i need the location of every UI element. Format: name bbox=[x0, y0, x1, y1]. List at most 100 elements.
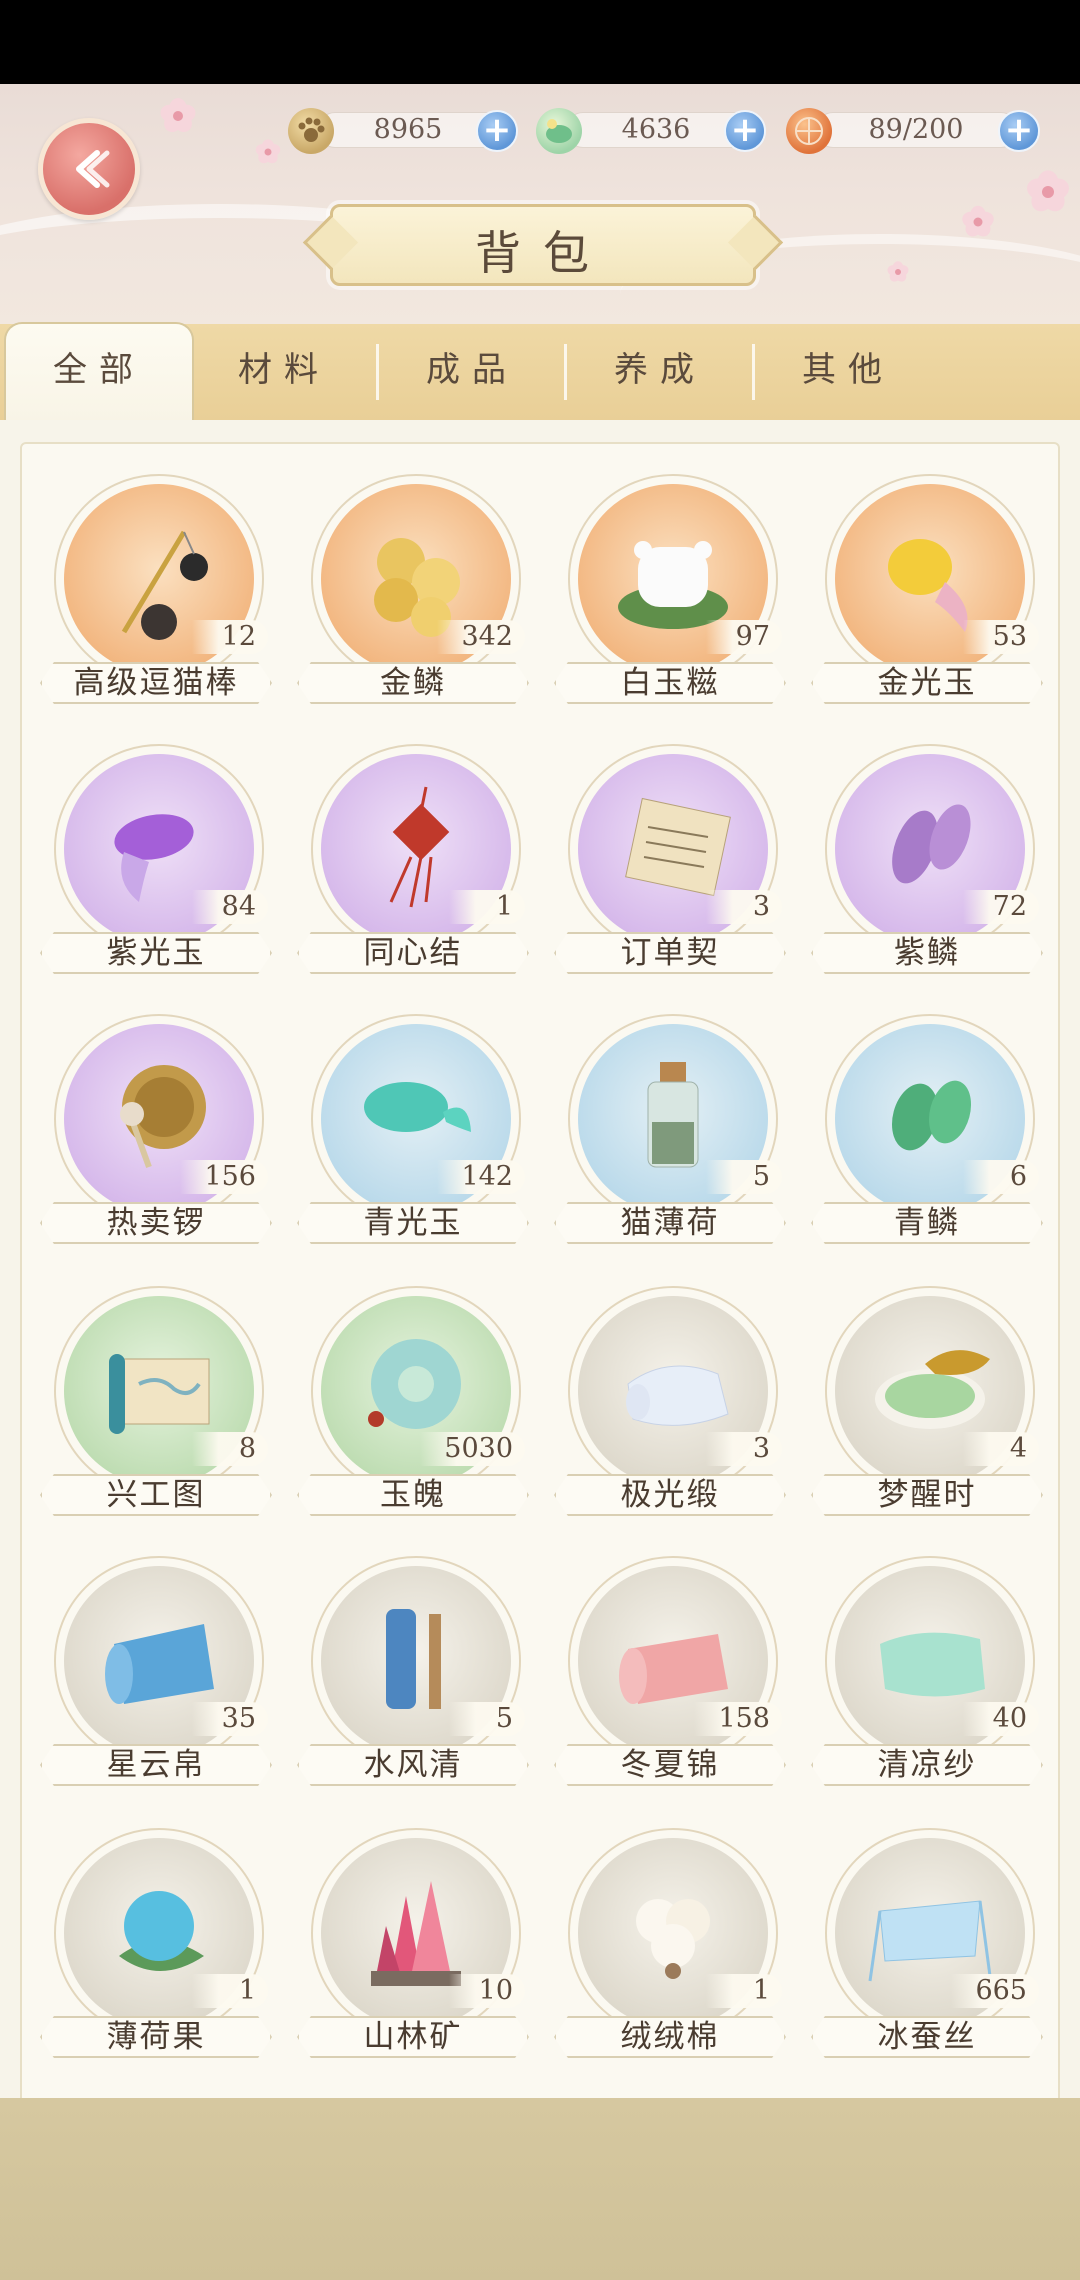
cherry-blossom-icon bbox=[1024, 170, 1072, 216]
item-name: 金光玉 bbox=[811, 662, 1043, 704]
page-title: 背包 bbox=[475, 226, 611, 280]
item-name: 热卖锣 bbox=[40, 1202, 272, 1244]
inventory-item[interactable]: 35 星云帛 bbox=[36, 1556, 276, 1786]
item-count: 6 bbox=[963, 1160, 1039, 1194]
back-button[interactable] bbox=[38, 118, 140, 220]
add-coin-button[interactable]: + bbox=[476, 110, 518, 152]
inventory-item[interactable]: 665 冰蚕丝 bbox=[807, 1828, 1047, 2058]
inventory-item[interactable]: 1 同心结 bbox=[293, 744, 533, 974]
item-name: 玉魄 bbox=[297, 1474, 529, 1516]
item-count: 3 bbox=[706, 890, 782, 924]
bottom-bar bbox=[0, 2098, 1080, 2280]
add-stamina-button[interactable]: + bbox=[998, 110, 1040, 152]
inventory-item[interactable]: 3 订单契 bbox=[550, 744, 790, 974]
currency-stamina: 89/200 + bbox=[786, 108, 1046, 154]
item-count: 35 bbox=[192, 1702, 268, 1736]
item-count: 5 bbox=[449, 1702, 525, 1736]
inventory-item[interactable]: 156 热卖锣 bbox=[36, 1014, 276, 1244]
cherry-blossom-icon bbox=[254, 139, 282, 166]
inventory-item[interactable]: 1 薄荷果 bbox=[36, 1828, 276, 2058]
item-name: 订单契 bbox=[554, 932, 786, 974]
tab-divider bbox=[564, 344, 567, 400]
item-count: 142 bbox=[437, 1160, 525, 1194]
item-name: 猫薄荷 bbox=[554, 1202, 786, 1244]
item-name: 兴工图 bbox=[40, 1474, 272, 1516]
item-count: 5030 bbox=[420, 1432, 525, 1466]
item-name: 清凉纱 bbox=[811, 1744, 1043, 1786]
inventory-item[interactable]: 72 紫鳞 bbox=[807, 744, 1047, 974]
item-count: 8 bbox=[192, 1432, 268, 1466]
item-name: 冰蚕丝 bbox=[811, 2016, 1043, 2058]
item-count: 53 bbox=[963, 620, 1039, 654]
paw-coin-icon bbox=[288, 108, 334, 154]
item-count: 1 bbox=[706, 1974, 782, 2008]
jade-gem-icon bbox=[536, 108, 582, 154]
item-name: 青鳞 bbox=[811, 1202, 1043, 1244]
inventory-item[interactable]: 5 水风清 bbox=[293, 1556, 533, 1786]
item-count: 5 bbox=[706, 1160, 782, 1194]
inventory-item[interactable]: 4 梦醒时 bbox=[807, 1286, 1047, 1516]
item-count: 665 bbox=[951, 1974, 1039, 2008]
tab-products[interactable]: 成品 bbox=[380, 324, 564, 420]
title-plaque: 背包 bbox=[330, 204, 756, 286]
tab-all[interactable]: 全部 bbox=[4, 322, 194, 424]
item-name: 山林矿 bbox=[297, 2016, 529, 2058]
category-tabs: 全部 材料 成品 养成 其他 bbox=[0, 322, 1080, 424]
cherry-blossom-icon bbox=[886, 261, 910, 284]
inventory-item[interactable]: 1 绒绒棉 bbox=[550, 1828, 790, 2058]
item-name: 星云帛 bbox=[40, 1744, 272, 1786]
inventory-item[interactable]: 142 青光玉 bbox=[293, 1014, 533, 1244]
inventory-item[interactable]: 5030 玉魄 bbox=[293, 1286, 533, 1516]
item-count: 1 bbox=[192, 1974, 268, 2008]
item-count: 84 bbox=[192, 890, 268, 924]
inventory-item[interactable]: 12 高级逗猫棒 bbox=[36, 474, 276, 704]
add-jade-button[interactable]: + bbox=[724, 110, 766, 152]
tab-materials[interactable]: 材料 bbox=[192, 324, 376, 420]
inventory-area: 12 高级逗猫棒 342 金鳞 97 白玉糍 53 金光玉 84 紫光玉 1 同心结 3 订单契 72 紫鳞 1… bbox=[0, 420, 1080, 2166]
item-name: 绒绒棉 bbox=[554, 2016, 786, 2058]
inventory-item[interactable]: 3 极光缎 bbox=[550, 1286, 790, 1516]
item-name: 青光玉 bbox=[297, 1202, 529, 1244]
coin-value: 8965 bbox=[373, 114, 443, 145]
item-name: 水风清 bbox=[297, 1744, 529, 1786]
inventory-item[interactable]: 6 青鳞 bbox=[807, 1014, 1047, 1244]
item-name: 高级逗猫棒 bbox=[40, 662, 272, 704]
inventory-item[interactable]: 158 冬夏锦 bbox=[550, 1556, 790, 1786]
tab-divider bbox=[376, 344, 379, 400]
inventory-item[interactable]: 10 山林矿 bbox=[293, 1828, 533, 2058]
item-count: 1 bbox=[449, 890, 525, 924]
cherry-blossom-icon bbox=[158, 98, 198, 136]
inventory-item[interactable]: 342 金鳞 bbox=[293, 474, 533, 704]
inventory-item[interactable]: 84 紫光玉 bbox=[36, 744, 276, 974]
inventory-item[interactable]: 5 猫薄荷 bbox=[550, 1014, 790, 1244]
inventory-item[interactable]: 40 清凉纱 bbox=[807, 1556, 1047, 1786]
currency-jade: 4636 + bbox=[536, 108, 776, 154]
item-count: 158 bbox=[694, 1702, 782, 1736]
inventory-item[interactable]: 53 金光玉 bbox=[807, 474, 1047, 704]
item-count: 10 bbox=[449, 1974, 525, 2008]
inventory-item[interactable]: 97 白玉糍 bbox=[550, 474, 790, 704]
tab-other[interactable]: 其他 bbox=[756, 324, 940, 420]
item-count: 97 bbox=[706, 620, 782, 654]
back-arrow-icon bbox=[76, 150, 110, 188]
item-name: 紫光玉 bbox=[40, 932, 272, 974]
item-name: 冬夏锦 bbox=[554, 1744, 786, 1786]
tab-divider bbox=[752, 344, 755, 400]
cherry-blossom-icon bbox=[960, 205, 996, 240]
item-name: 薄荷果 bbox=[40, 2016, 272, 2058]
item-count: 12 bbox=[192, 620, 268, 654]
jade-value: 4636 bbox=[621, 114, 691, 145]
item-name: 白玉糍 bbox=[554, 662, 786, 704]
item-count: 3 bbox=[706, 1432, 782, 1466]
item-count: 4 bbox=[963, 1432, 1039, 1466]
tab-cultivation[interactable]: 养成 bbox=[568, 324, 752, 420]
status-bar bbox=[0, 0, 1080, 84]
item-name: 同心结 bbox=[297, 932, 529, 974]
item-name: 金鳞 bbox=[297, 662, 529, 704]
inventory-item[interactable]: 8 兴工图 bbox=[36, 1286, 276, 1516]
item-name: 极光缎 bbox=[554, 1474, 786, 1516]
stamina-value: 89/200 bbox=[868, 114, 964, 145]
item-count: 40 bbox=[963, 1702, 1039, 1736]
inventory-grid[interactable]: 12 高级逗猫棒 342 金鳞 97 白玉糍 53 金光玉 84 紫光玉 1 同心结 3 订单契 72 紫鳞 1… bbox=[20, 442, 1060, 2166]
currency-coin: 8965 + bbox=[288, 108, 528, 154]
